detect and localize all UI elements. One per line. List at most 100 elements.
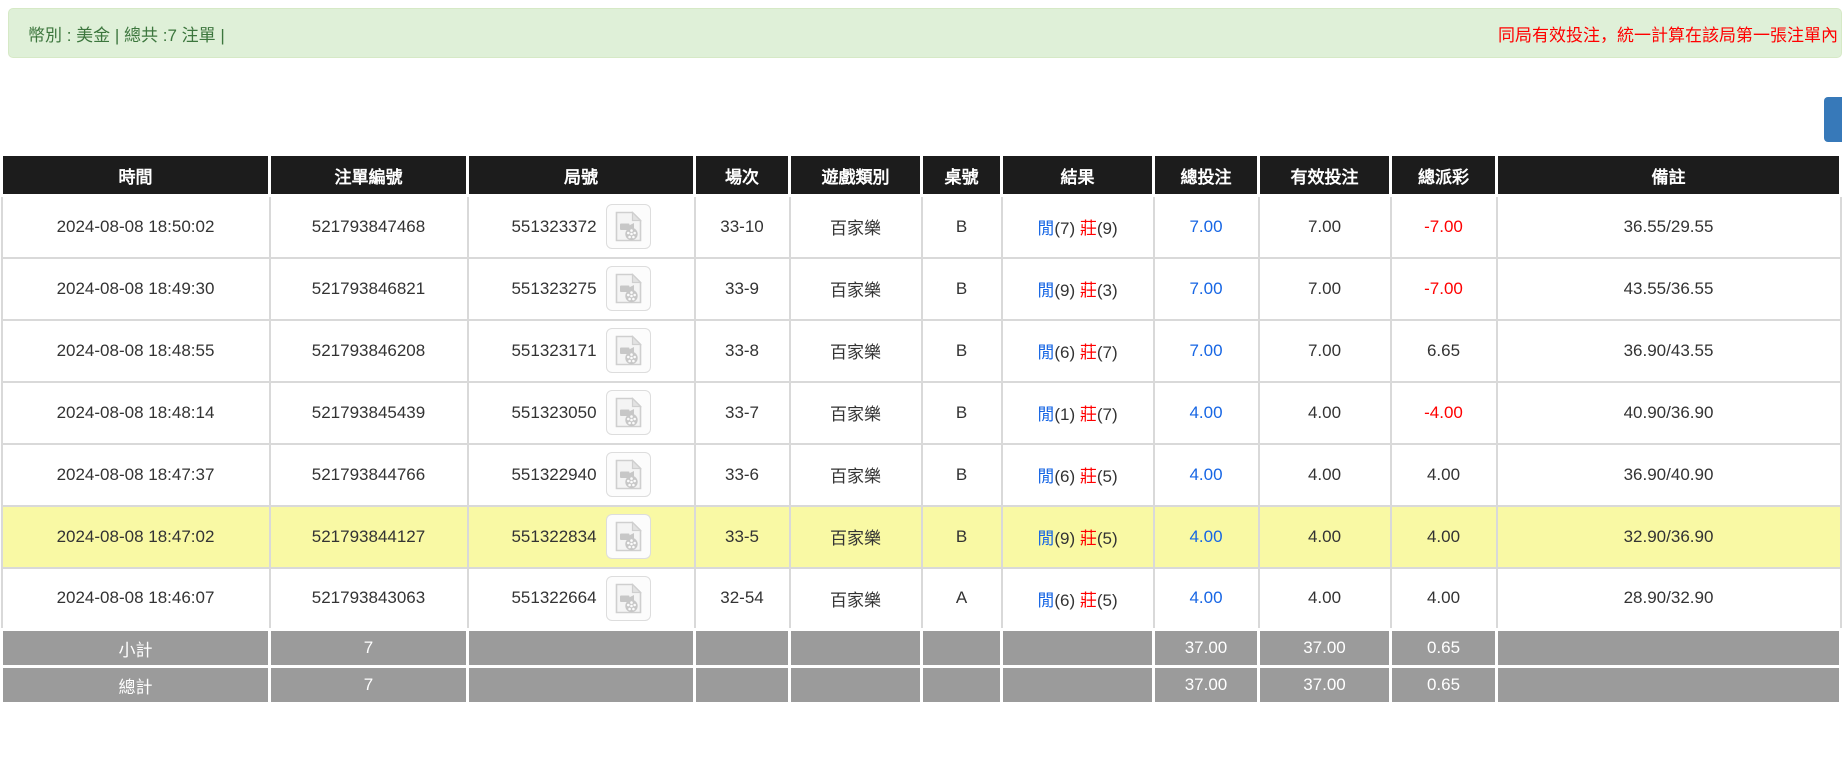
cell-round: 551323372: [468, 196, 695, 258]
table-row: 2024-08-08 18:46:07 521793843063 5513226…: [2, 568, 1841, 630]
banker-result-score: (3): [1097, 281, 1118, 300]
banker-result-label: 莊: [1080, 281, 1097, 300]
column-header-game: 遊戲類別: [790, 155, 922, 196]
valid-bet-notice-text: 同局有效投注，統一計算在該局第一張注單內: [1498, 21, 1838, 46]
table-row: 2024-08-08 18:50:02 521793847468 5513233…: [2, 196, 1841, 258]
banker-result-score: (5): [1097, 529, 1118, 548]
status-bar: 幣別 : 美金 | 總共 :7 注單 | 同局有效投注，統一計算在該局第一張注單…: [8, 8, 1842, 58]
video-file-icon: [615, 583, 642, 614]
player-result-score: (7): [1054, 219, 1075, 238]
banker-result-score: (7): [1097, 405, 1118, 424]
player-result-label: 閒: [1037, 405, 1054, 424]
subtotal-row-result: [1002, 630, 1154, 667]
total-bet-link[interactable]: 7.00: [1189, 341, 1222, 360]
video-file-icon: [615, 459, 642, 490]
cell-bet-id: 521793847468: [270, 196, 468, 258]
cell-remark: 36.90/40.90: [1497, 444, 1841, 506]
cell-total-bet: 4.00: [1154, 444, 1259, 506]
cell-session: 33-8: [695, 320, 790, 382]
player-result-score: (6): [1054, 591, 1075, 610]
table-row: 2024-08-08 18:49:30 521793846821 5513232…: [2, 258, 1841, 320]
cell-result: 閒(6) 莊(5): [1002, 568, 1154, 630]
cell-remark: 36.90/43.55: [1497, 320, 1841, 382]
round-number: 551323275: [511, 279, 596, 299]
cell-payout: 4.00: [1391, 506, 1497, 568]
total-bet-link[interactable]: 4.00: [1189, 403, 1222, 422]
cell-valid-bet: 7.00: [1259, 196, 1391, 258]
total-bet-link[interactable]: 7.00: [1189, 279, 1222, 298]
cell-time: 2024-08-08 18:50:02: [2, 196, 270, 258]
table-row: 2024-08-08 18:47:02 521793844127 5513228…: [2, 506, 1841, 568]
cell-time: 2024-08-08 18:47:02: [2, 506, 270, 568]
player-result-label: 閒: [1037, 591, 1054, 610]
cell-payout: 6.65: [1391, 320, 1497, 382]
player-result-score: (6): [1054, 467, 1075, 486]
cell-round: 551323171: [468, 320, 695, 382]
bet-history-table: 時間注單編號局號場次遊戲類別桌號結果總投注有效投注總派彩備註 2024-08-0…: [0, 153, 1842, 705]
video-replay-button[interactable]: [606, 390, 651, 435]
subtotal-row-round: [468, 630, 695, 667]
cell-table-no: B: [922, 382, 1002, 444]
video-replay-button[interactable]: [606, 266, 651, 311]
total-bet-link[interactable]: 4.00: [1189, 588, 1222, 607]
cell-table-no: B: [922, 506, 1002, 568]
banker-result-label: 莊: [1080, 591, 1097, 610]
cell-table-no: B: [922, 196, 1002, 258]
cell-remark: 40.90/36.90: [1497, 382, 1841, 444]
total-row-valid_bet: 37.00: [1259, 667, 1391, 704]
subtotal-row-valid_bet: 37.00: [1259, 630, 1391, 667]
total-bet-link[interactable]: 7.00: [1189, 217, 1222, 236]
cell-remark: 43.55/36.55: [1497, 258, 1841, 320]
cell-payout: -7.00: [1391, 258, 1497, 320]
banker-result-label: 莊: [1080, 343, 1097, 362]
column-header-payout: 總派彩: [1391, 155, 1497, 196]
page: { "top_bar": { "left_text": "幣別 : 美金 | 總…: [0, 0, 1842, 784]
banker-result-score: (7): [1097, 343, 1118, 362]
cell-session: 33-6: [695, 444, 790, 506]
banker-result-score: (5): [1097, 591, 1118, 610]
cell-game-type: 百家樂: [790, 506, 922, 568]
subtotal-row-game: [790, 630, 922, 667]
video-replay-button[interactable]: [606, 576, 651, 621]
cell-time: 2024-08-08 18:47:37: [2, 444, 270, 506]
video-replay-button[interactable]: [606, 452, 651, 497]
round-number: 551323050: [511, 403, 596, 423]
partial-button[interactable]: [1824, 97, 1842, 142]
cell-session: 33-9: [695, 258, 790, 320]
player-result-label: 閒: [1037, 219, 1054, 238]
player-result-label: 閒: [1037, 529, 1054, 548]
total-row-bet_id: 7: [270, 667, 468, 704]
cell-payout: -7.00: [1391, 196, 1497, 258]
total-bet-link[interactable]: 4.00: [1189, 465, 1222, 484]
banker-result-score: (9): [1097, 219, 1118, 238]
video-replay-button[interactable]: [606, 328, 651, 373]
cell-remark: 36.55/29.55: [1497, 196, 1841, 258]
video-file-icon: [615, 211, 642, 242]
cell-session: 32-54: [695, 568, 790, 630]
player-result-score: (9): [1054, 529, 1075, 548]
cell-result: 閒(7) 莊(9): [1002, 196, 1154, 258]
cell-bet-id: 521793844766: [270, 444, 468, 506]
video-replay-button[interactable]: [606, 204, 651, 249]
round-number: 551322940: [511, 465, 596, 485]
player-result-score: (1): [1054, 405, 1075, 424]
cell-bet-id: 521793845439: [270, 382, 468, 444]
cell-bet-id: 521793846208: [270, 320, 468, 382]
column-header-total_bet: 總投注: [1154, 155, 1259, 196]
video-replay-button[interactable]: [606, 514, 651, 559]
total-bet-link[interactable]: 4.00: [1189, 527, 1222, 546]
cell-game-type: 百家樂: [790, 444, 922, 506]
column-header-remark: 備註: [1497, 155, 1841, 196]
player-result-label: 閒: [1037, 467, 1054, 486]
cell-table-no: B: [922, 258, 1002, 320]
subtotal-row-total_bet: 37.00: [1154, 630, 1259, 667]
total-row-payout: 0.65: [1391, 667, 1497, 704]
subtotal-row-payout: 0.65: [1391, 630, 1497, 667]
column-header-time: 時間: [2, 155, 270, 196]
cell-bet-id: 521793844127: [270, 506, 468, 568]
total-row: 總計737.0037.000.65: [2, 667, 1841, 704]
cell-table-no: A: [922, 568, 1002, 630]
round-number: 551322834: [511, 527, 596, 547]
cell-bet-id: 521793843063: [270, 568, 468, 630]
cell-session: 33-10: [695, 196, 790, 258]
